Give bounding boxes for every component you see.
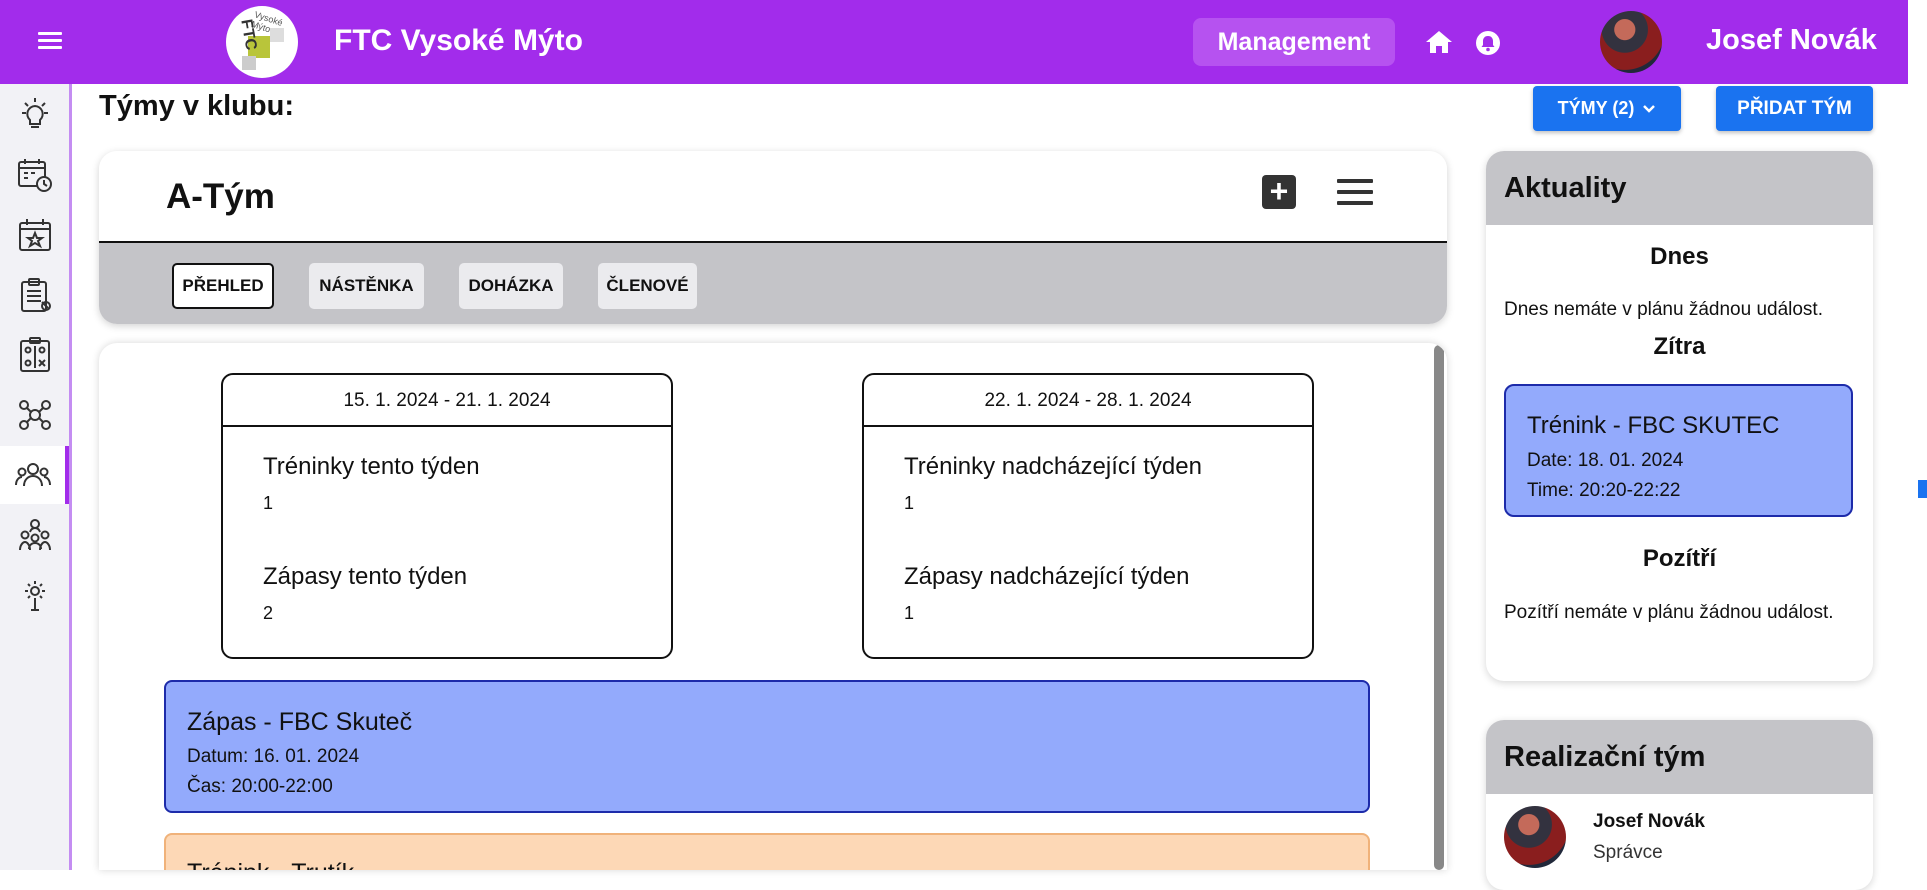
user-name[interactable]: Josef Novák bbox=[1706, 24, 1877, 57]
event-title: Zápas - FBC Skuteč bbox=[187, 708, 413, 736]
team-header: A-Tým + bbox=[99, 151, 1447, 243]
sidebar-item-tasks[interactable] bbox=[0, 266, 69, 324]
sidebar-item-events[interactable] bbox=[0, 206, 69, 264]
add-team-button[interactable]: PŘIDAT TÝM bbox=[1716, 86, 1873, 131]
group-users-icon bbox=[18, 519, 51, 551]
matches-label: Zápasy tento týden bbox=[263, 563, 468, 590]
sidebar-item-settings[interactable] bbox=[0, 566, 69, 624]
sidebar-item-schedule[interactable] bbox=[0, 146, 69, 204]
week-range: 22. 1. 2024 - 28. 1. 2024 bbox=[864, 375, 1312, 427]
sidebar-item-ideas[interactable] bbox=[0, 86, 69, 144]
team-tabs: PŘEHLED NÁSTĚNKA DOHÁZKA ČLENOVÉ bbox=[99, 243, 1447, 324]
after-tomorrow-text: Pozítří nemáte v plánu žádnou událost. bbox=[1504, 602, 1834, 623]
calendar-clock-icon bbox=[17, 159, 52, 192]
news-title: Aktuality bbox=[1486, 151, 1873, 225]
home-icon[interactable] bbox=[1425, 30, 1453, 54]
matches-value: 2 bbox=[263, 603, 274, 623]
team-card: A-Tým + PŘEHLED NÁSTĚNKA DOHÁZKA ČLENOVÉ bbox=[99, 151, 1447, 324]
after-tomorrow-title: Pozítří bbox=[1642, 545, 1717, 572]
sidebar-item-network[interactable] bbox=[0, 386, 69, 444]
staff-title: Realizační tým bbox=[1486, 720, 1873, 794]
team-name: A-Tým bbox=[166, 177, 275, 216]
settings-gear-icon bbox=[24, 581, 45, 611]
calendar-star-icon bbox=[18, 219, 51, 251]
event-card[interactable]: Zápas - FBC Skuteč Datum: 16. 01. 2024 Č… bbox=[164, 680, 1370, 813]
event-date: Datum: 16. 01. 2024 bbox=[187, 746, 360, 767]
page-title: Týmy v klubu: bbox=[99, 90, 294, 122]
avatar[interactable] bbox=[1504, 806, 1566, 868]
trainings-label: Tréninky tento týden bbox=[263, 453, 480, 480]
tab-members[interactable]: ČLENOVÉ bbox=[598, 263, 697, 309]
today-text: Dnes nemáte v plánu žádnou událost. bbox=[1504, 299, 1823, 320]
staff-role: Správce bbox=[1593, 842, 1663, 863]
trainings-value: 1 bbox=[263, 493, 274, 513]
tactics-board-icon bbox=[19, 337, 50, 372]
week-summary-card: 22. 1. 2024 - 28. 1. 2024 Tréninky nadch… bbox=[862, 373, 1314, 659]
week-summary-card: 15. 1. 2024 - 21. 1. 2024 Tréninky tento… bbox=[221, 373, 673, 659]
user-avatar[interactable] bbox=[1600, 11, 1662, 73]
tab-attendance[interactable]: DOHÁZKA bbox=[459, 263, 563, 309]
tab-board[interactable]: NÁSTĚNKA bbox=[309, 263, 424, 309]
sidebar-item-groups[interactable] bbox=[0, 506, 69, 564]
notification-bell-icon[interactable] bbox=[1475, 30, 1501, 56]
teams-dropdown-label: TÝMY (2) bbox=[1557, 98, 1635, 118]
menu-icon[interactable] bbox=[38, 28, 68, 54]
overview-panel: 15. 1. 2024 - 21. 1. 2024 Tréninky tento… bbox=[99, 343, 1447, 870]
matches-label: Zápasy nadcházející týden bbox=[904, 563, 1190, 590]
trainings-label: Tréninky nadcházející týden bbox=[904, 453, 1202, 480]
tab-overview[interactable]: PŘEHLED bbox=[172, 263, 274, 309]
clipboard-list-icon bbox=[20, 278, 51, 312]
sidebar-item-tactics[interactable] bbox=[0, 326, 69, 384]
team-menu-icon[interactable] bbox=[1337, 179, 1373, 207]
window-edge bbox=[1908, 0, 1927, 870]
sidebar-item-teams[interactable] bbox=[0, 446, 69, 504]
teams-dropdown-button[interactable]: TÝMY (2) bbox=[1533, 86, 1681, 131]
sidebar-nav bbox=[0, 84, 72, 870]
week-range: 15. 1. 2024 - 21. 1. 2024 bbox=[223, 375, 671, 427]
staff-panel: Realizační tým Josef Novák Správce bbox=[1486, 720, 1873, 890]
matches-value: 1 bbox=[904, 603, 915, 623]
event-title: Trénink - FBC SKUTEC bbox=[1527, 412, 1780, 439]
add-icon[interactable]: + bbox=[1262, 175, 1296, 209]
staff-name: Josef Novák bbox=[1593, 811, 1705, 832]
club-name[interactable]: FTC Vysoké Mýto bbox=[334, 24, 583, 58]
chevron-down-icon bbox=[1643, 104, 1656, 113]
event-time: Time: 20:20-22:22 bbox=[1527, 480, 1681, 501]
network-users-icon bbox=[18, 400, 51, 430]
event-time: Čas: 20:00-22:00 bbox=[187, 776, 333, 797]
management-button[interactable]: Management bbox=[1193, 18, 1395, 66]
news-panel: Aktuality Dnes Dnes nemáte v plánu žádno… bbox=[1486, 151, 1873, 681]
today-title: Dnes bbox=[1650, 243, 1709, 270]
upcoming-event-card[interactable]: Trénink - FBC SKUTEC Date: 18. 01. 2024 … bbox=[1504, 384, 1853, 517]
club-logo[interactable]: Vysoké Mýto FTC bbox=[226, 6, 298, 78]
top-app-bar: Vysoké Mýto FTC FTC Vysoké Mýto Manageme… bbox=[0, 0, 1908, 84]
event-title: Trénink - Trutík bbox=[187, 859, 354, 870]
lightbulb-icon bbox=[21, 98, 48, 128]
event-card[interactable]: Trénink - Trutík bbox=[164, 833, 1370, 870]
event-date: Date: 18. 01. 2024 bbox=[1527, 450, 1684, 471]
team-users-icon bbox=[14, 463, 51, 487]
tomorrow-title: Zítra bbox=[1653, 333, 1706, 360]
trainings-value: 1 bbox=[904, 493, 915, 513]
scrollbar[interactable] bbox=[1434, 345, 1444, 870]
